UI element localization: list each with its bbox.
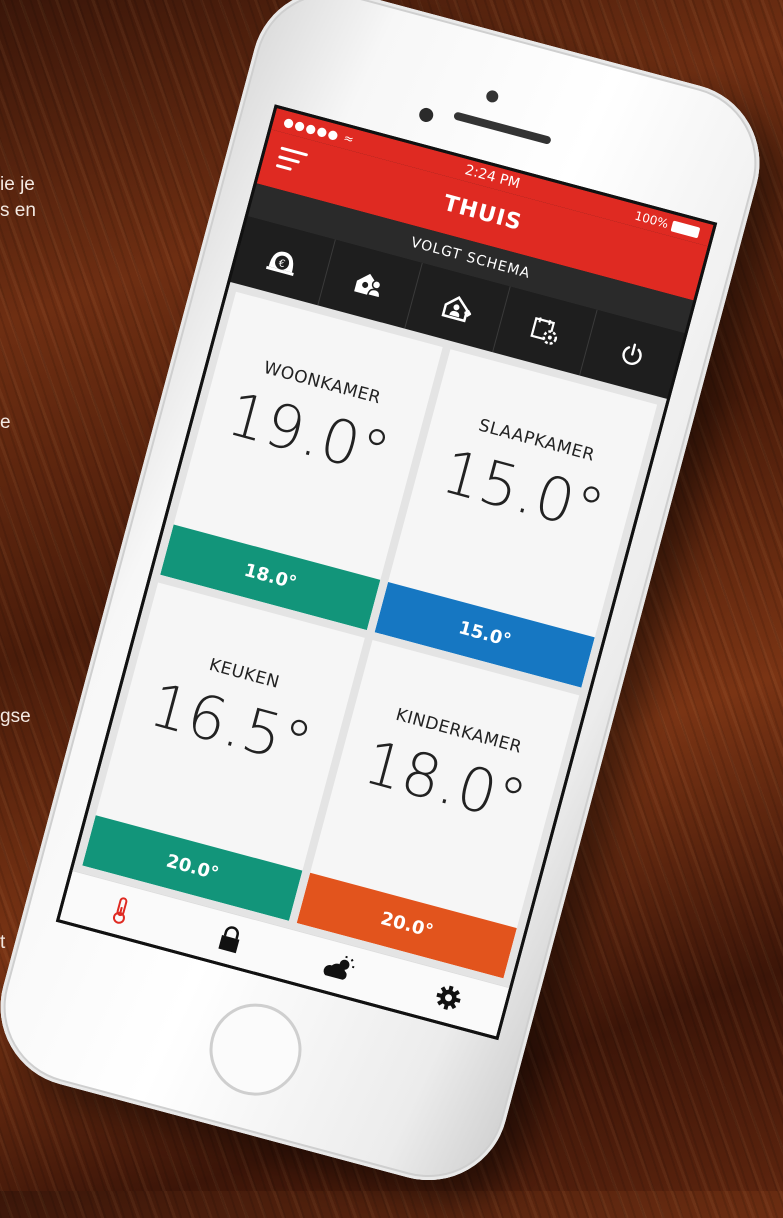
article-text-fragment-5: t (0, 932, 6, 953)
thermometer-icon (112, 897, 127, 924)
article-text-fragment-1: ie je (0, 174, 35, 195)
proximity-sensor (417, 106, 435, 124)
lock-icon (217, 926, 239, 954)
article-text-fragment-3: e (0, 412, 11, 433)
home-button[interactable] (199, 993, 312, 1106)
article-text-fragment-4: gse (0, 706, 31, 727)
article-text-fragment-2: s en (0, 200, 36, 221)
front-camera (484, 89, 500, 104)
weather-icon (323, 955, 354, 980)
gear-icon (435, 985, 461, 1010)
earpiece-speaker (453, 111, 552, 145)
app-screen: ●●●●● ≈ 2:24 PM 100% THUIS VOLGT SCHEMA … (55, 104, 718, 1041)
